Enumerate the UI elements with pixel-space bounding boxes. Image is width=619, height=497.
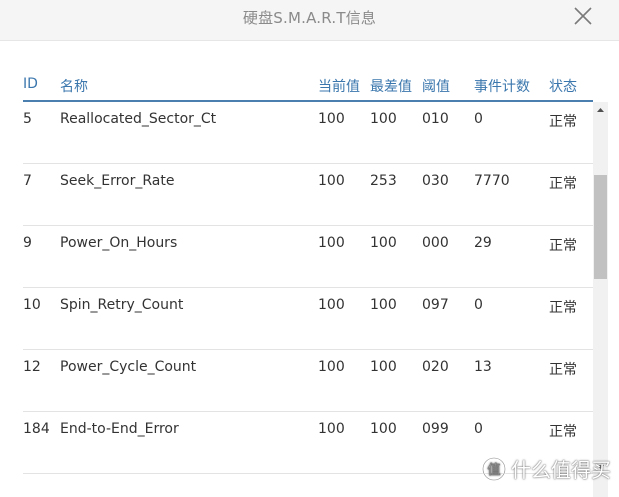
column-header-worst[interactable]: 最差值 [370, 76, 412, 96]
cell-worst: 100 [370, 359, 397, 375]
cell-current: 100 [318, 173, 345, 189]
cell-event-count: 7770 [474, 173, 510, 189]
cell-event-count: 0 [474, 421, 483, 437]
cell-status: 正常 [549, 424, 577, 440]
cell-id: 7 [23, 173, 32, 189]
cell-threshold: 000 [422, 235, 449, 251]
table-row[interactable]: 5 Reallocated_Sector_Ct 100 100 010 0 正常 [23, 102, 593, 164]
dialog-title: 硬盘S.M.A.R.T信息 [242, 9, 377, 27]
watermark: 值 什么值得买 [481, 454, 611, 483]
arrow-up-icon [597, 108, 604, 112]
dialog-titlebar: 硬盘S.M.A.R.T信息 [0, 0, 619, 41]
cell-name: End-to-End_Error [60, 421, 179, 437]
table-header: ID 名称 当前值 最差值 阈值 事件计数 状态 [23, 72, 593, 102]
cell-worst: 100 [370, 235, 397, 251]
cell-id: 9 [23, 235, 32, 251]
cell-name: Spin_Retry_Count [60, 297, 184, 313]
cell-threshold: 030 [422, 173, 449, 189]
scroll-up-button[interactable] [593, 102, 608, 118]
cell-event-count: 0 [474, 111, 483, 127]
logo-icon: 值 [481, 456, 507, 481]
table-row[interactable]: 9 Power_On_Hours 100 100 000 29 正常 [23, 226, 593, 288]
close-icon [574, 7, 592, 25]
cell-threshold: 010 [422, 111, 449, 127]
scroll-thumb[interactable] [594, 175, 607, 279]
vertical-scrollbar[interactable] [593, 102, 608, 497]
cell-current: 100 [318, 421, 345, 437]
cell-worst: 253 [370, 173, 397, 189]
cell-id: 184 [23, 421, 50, 437]
cell-threshold: 020 [422, 359, 449, 375]
column-header-current[interactable]: 当前值 [318, 76, 360, 96]
cell-name: Reallocated_Sector_Ct [60, 111, 217, 127]
cell-current: 100 [318, 235, 345, 251]
column-header-status[interactable]: 状态 [549, 76, 577, 96]
column-header-name[interactable]: 名称 [60, 76, 88, 96]
cell-current: 100 [318, 111, 345, 127]
cell-worst: 100 [370, 421, 397, 437]
cell-current: 100 [318, 359, 345, 375]
table-row[interactable]: 7 Seek_Error_Rate 100 253 030 7770 正常 [23, 164, 593, 226]
cell-threshold: 099 [422, 421, 449, 437]
column-header-threshold[interactable]: 阈值 [422, 76, 450, 96]
table-row[interactable]: 12 Power_Cycle_Count 100 100 020 13 正常 [23, 350, 593, 412]
cell-name: Power_Cycle_Count [60, 359, 197, 375]
cell-id: 5 [23, 111, 32, 127]
cell-id: 10 [23, 297, 41, 313]
column-header-id[interactable]: ID [23, 76, 38, 92]
cell-name: Power_On_Hours [60, 235, 178, 251]
cell-threshold: 097 [422, 297, 449, 313]
cell-status: 正常 [549, 300, 577, 316]
cell-status: 正常 [549, 238, 577, 254]
cell-event-count: 0 [474, 297, 483, 313]
cell-name: Seek_Error_Rate [60, 173, 175, 189]
cell-event-count: 29 [474, 235, 492, 251]
cell-id: 12 [23, 359, 41, 375]
watermark-text: 什么值得买 [511, 458, 611, 482]
cell-current: 100 [318, 297, 345, 313]
column-header-event-count[interactable]: 事件计数 [474, 76, 530, 96]
cell-worst: 100 [370, 297, 397, 313]
cell-status: 正常 [549, 176, 577, 192]
table-row[interactable]: 10 Spin_Retry_Count 100 100 097 0 正常 [23, 288, 593, 350]
close-button[interactable] [571, 4, 595, 28]
cell-status: 正常 [549, 114, 577, 130]
cell-worst: 100 [370, 111, 397, 127]
smart-info-dialog: 硬盘S.M.A.R.T信息 ID 名称 当前值 最差值 阈值 事件计数 状态 5… [0, 0, 619, 497]
cell-status: 正常 [549, 362, 577, 378]
table-body[interactable]: 5 Reallocated_Sector_Ct 100 100 010 0 正常… [23, 102, 593, 497]
cell-event-count: 13 [474, 359, 492, 375]
svg-text:值: 值 [487, 462, 500, 478]
